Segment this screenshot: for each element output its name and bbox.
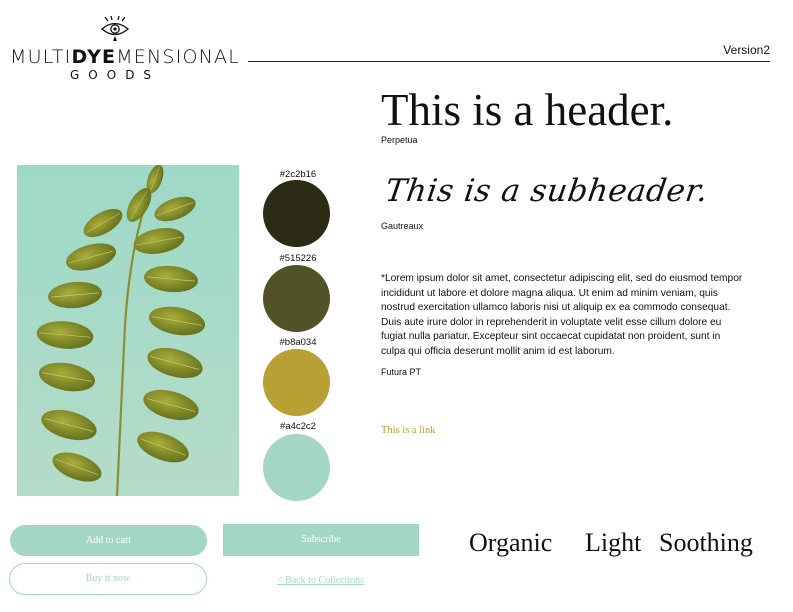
header-sample: This is a header.: [381, 85, 674, 135]
sample-link[interactable]: This is a link: [381, 425, 436, 436]
subscribe-button[interactable]: Subscribe: [223, 524, 419, 556]
swatch-circle-3: [263, 349, 330, 416]
word-soothing: Soothing: [659, 528, 753, 557]
swatch-label-4: #a4c2c2: [280, 421, 316, 432]
add-to-cart-button[interactable]: Add to cart: [10, 525, 207, 556]
eye-logo-icon: [100, 16, 130, 41]
buy-now-button[interactable]: Buy it now: [9, 563, 207, 595]
swatch-label-3: #b8a034: [279, 337, 317, 348]
word-light: Light: [585, 528, 642, 557]
leaf-photo: [17, 165, 239, 496]
body-font-name: Futura PT: [381, 367, 422, 377]
version-label: Version2: [723, 43, 770, 57]
subheader-font-name: Gautreaux: [381, 221, 424, 231]
swatch-circle-1: [263, 180, 330, 247]
swatch-circle-4: [263, 434, 330, 501]
back-to-collections-link[interactable]: < Back to Collections: [277, 575, 364, 586]
logo-part-dye: DYE: [71, 46, 117, 68]
logo-subline: GOODS: [70, 68, 161, 82]
word-organic: Organic: [469, 528, 553, 557]
subheader-sample: This is a subheader.: [383, 173, 711, 209]
header-divider: [248, 61, 770, 62]
swatch-label-2: #515226: [279, 253, 317, 264]
swatch-circle-2: [263, 265, 330, 332]
swatch-label-1: #2c2b16: [279, 169, 317, 180]
logo-part-multi: MULTI: [10, 46, 72, 68]
logo-part-mensional: MENSIONAL: [116, 46, 241, 68]
header-font-name: Perpetua: [381, 135, 418, 145]
brand-logo-wordmark: MULTIDYEMENSIONAL: [10, 46, 240, 68]
body-text-sample: *Lorem ipsum dolor sit amet, consectetur…: [381, 273, 743, 357]
